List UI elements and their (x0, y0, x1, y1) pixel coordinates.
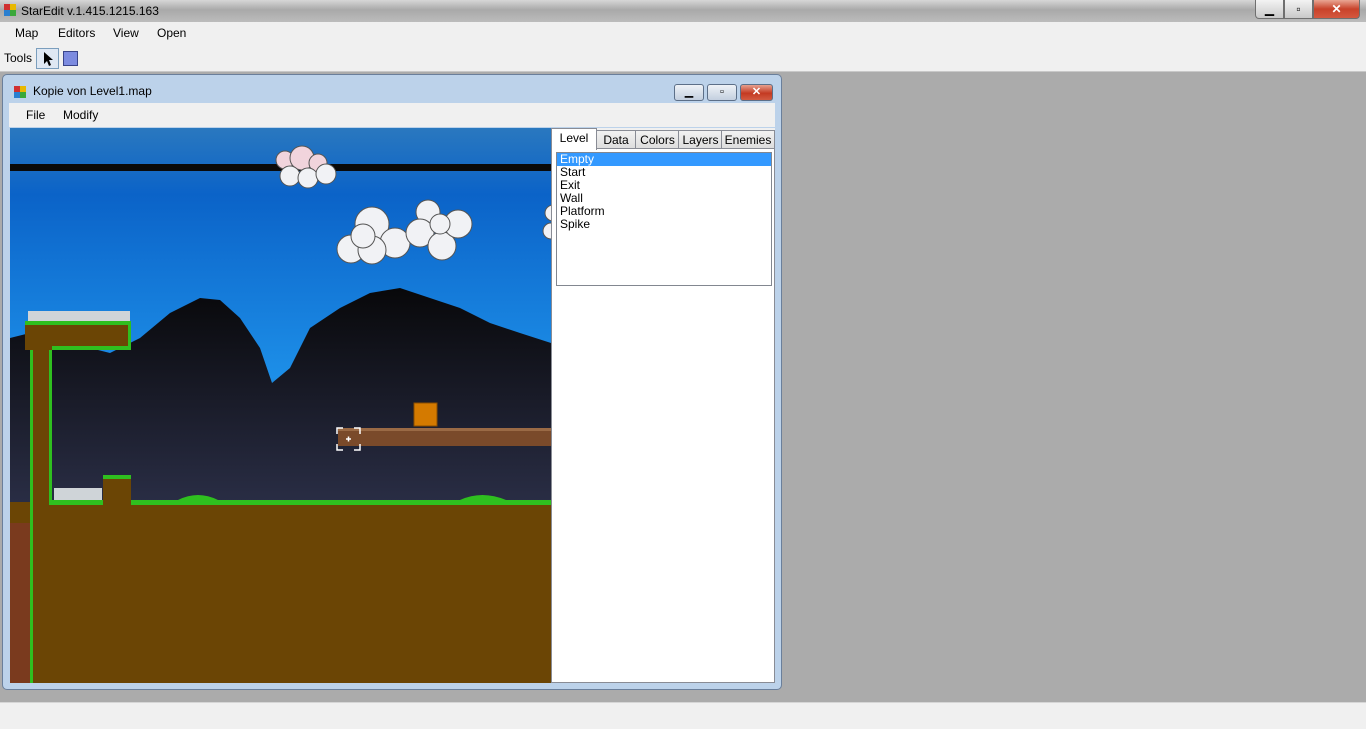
list-item[interactable]: Start (557, 166, 771, 179)
menu-modify[interactable]: Modify (63, 108, 98, 122)
child-minimize-button[interactable]: ▁ (674, 84, 704, 101)
tab-layers[interactable]: Layers (678, 130, 723, 149)
level-scene (10, 128, 551, 683)
tab-colors[interactable]: Colors (635, 130, 680, 149)
pointer-tool-button[interactable] (36, 48, 59, 69)
list-item[interactable]: Spike (557, 218, 771, 231)
platform-row (338, 428, 551, 446)
list-item[interactable]: Empty (557, 153, 771, 166)
main-menubar: Map Editors View Open (0, 22, 1366, 46)
tools-toolbar: Tools (0, 46, 1366, 72)
child-close-button[interactable]: ✕ (740, 84, 773, 101)
spike-tiles-bottom (54, 488, 102, 500)
close-icon: ✕ (751, 86, 762, 98)
level-canvas[interactable] (10, 128, 551, 683)
minimize-button[interactable]: ▁ (1255, 0, 1284, 19)
map-editor-window: Kopie von Level1.map ▁ ▫ ✕ File Modify L… (2, 74, 782, 690)
menu-file[interactable]: File (26, 108, 45, 122)
editor-side-panel: Level Data Colors Layers Enemies Empty S… (551, 128, 775, 683)
menu-map[interactable]: Map (15, 26, 38, 40)
minimize-icon: ▁ (684, 86, 694, 98)
menu-editors[interactable]: Editors (58, 26, 95, 40)
menu-view[interactable]: View (113, 26, 139, 40)
status-bar (0, 702, 1366, 729)
exit-block (413, 402, 438, 427)
tab-level[interactable]: Level (551, 128, 597, 150)
map-window-title: Kopie von Level1.map (33, 84, 152, 98)
app-icon (4, 4, 17, 17)
minimize-icon: ▁ (1264, 2, 1275, 16)
level-tab-page: Empty Start Exit Wall Platform Spike (551, 148, 775, 683)
tile-type-list[interactable]: Empty Start Exit Wall Platform Spike (556, 152, 772, 286)
close-icon: ✕ (1331, 2, 1342, 16)
tools-label: Tools (4, 51, 33, 65)
menu-open[interactable]: Open (157, 26, 186, 40)
tab-data[interactable]: Data (595, 130, 637, 149)
map-window-menubar: File Modify (9, 103, 775, 127)
map-icon (14, 86, 26, 98)
restore-button[interactable]: ▫ (1284, 0, 1313, 19)
app-title: StarEdit v.1.415.1215.163 (21, 4, 159, 18)
child-maximize-button[interactable]: ▫ (707, 84, 737, 101)
tab-enemies[interactable]: Enemies (721, 130, 775, 149)
list-item[interactable]: Exit (557, 179, 771, 192)
pointer-icon (44, 52, 53, 66)
ground-block (10, 502, 551, 683)
spike-tiles-top (28, 311, 130, 321)
app-titlebar: StarEdit v.1.415.1215.163 ▁ ▫ ✕ (0, 0, 1366, 22)
panel-tabs: Level Data Colors Layers Enemies (551, 128, 775, 150)
maximize-icon: ▫ (720, 86, 724, 98)
restore-icon: ▫ (1296, 2, 1301, 16)
rectangle-tool-button[interactable] (63, 51, 78, 66)
close-button[interactable]: ✕ (1313, 0, 1360, 19)
